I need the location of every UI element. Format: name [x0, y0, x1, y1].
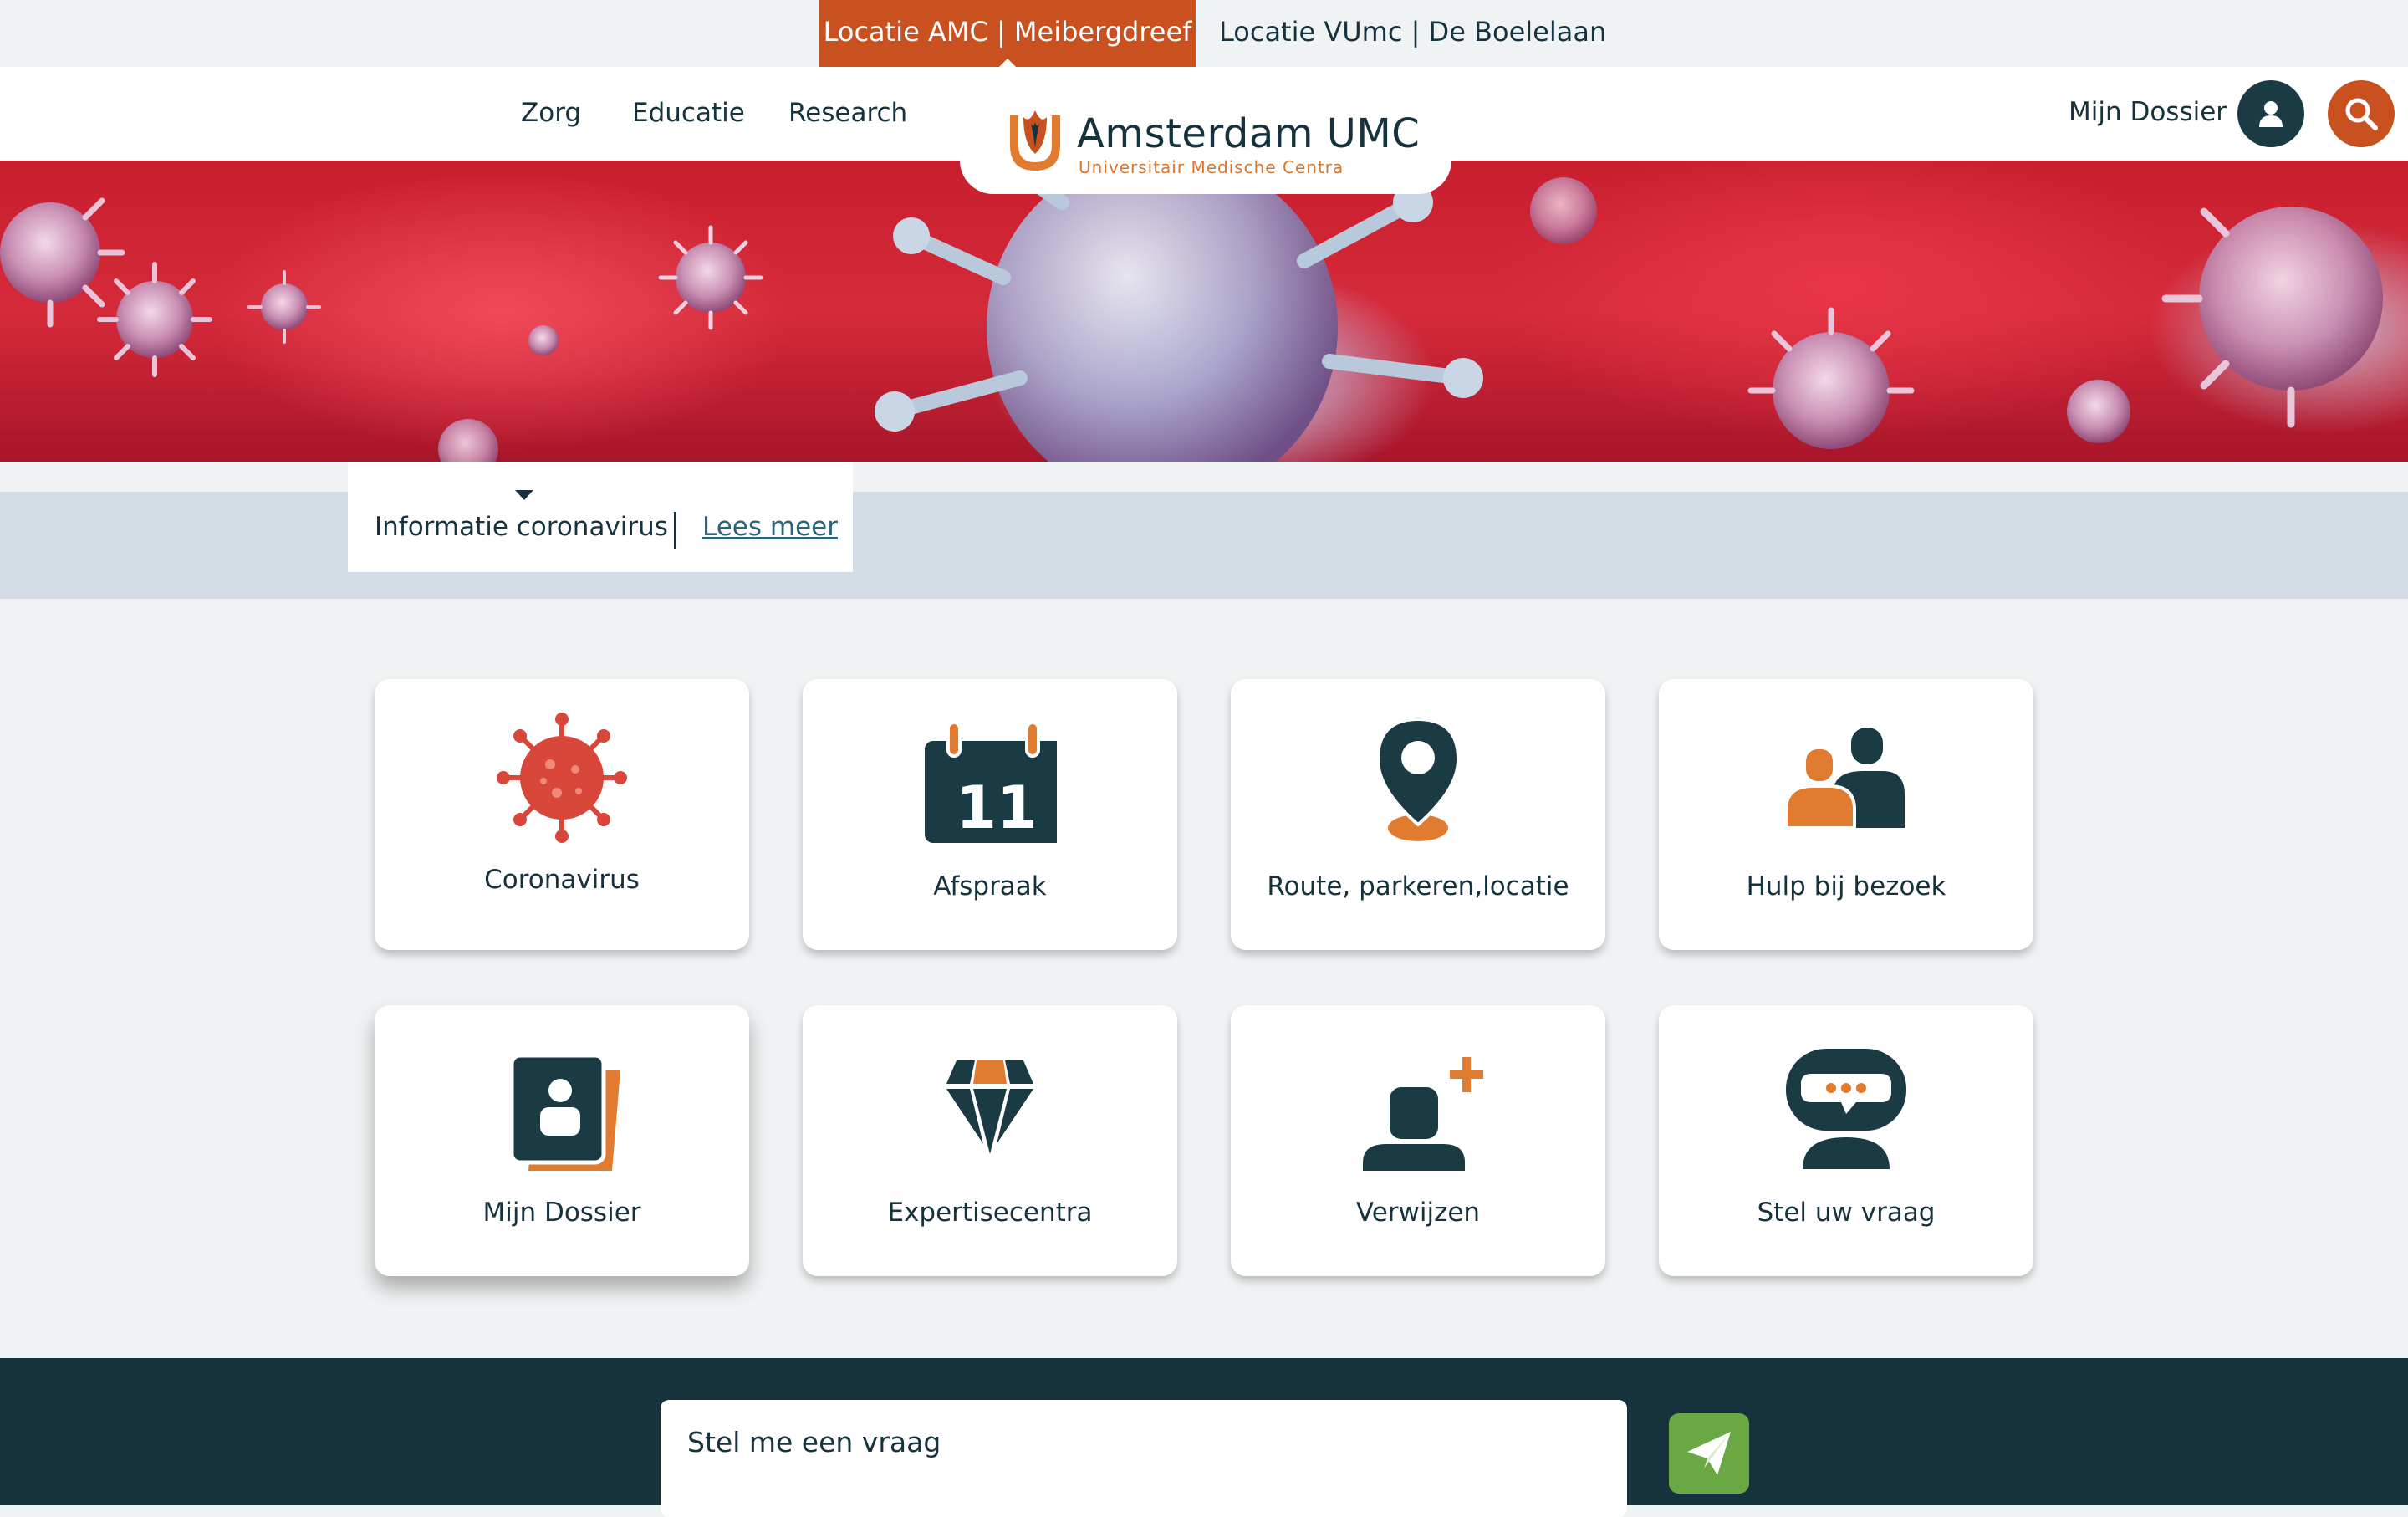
- tile-route[interactable]: Route, parkeren,locatie: [1231, 679, 1605, 950]
- tile-label: Route, parkeren,locatie: [1267, 871, 1569, 902]
- tile-label: Mijn Dossier: [482, 1198, 641, 1228]
- nav-item-educatie[interactable]: Educatie: [632, 67, 745, 161]
- tile-label: Hulp bij bezoek: [1746, 871, 1946, 902]
- tile-mijn-dossier[interactable]: Mijn Dossier: [375, 1005, 749, 1276]
- search-icon: [2345, 98, 2378, 130]
- calendar-icon: 11: [925, 721, 1057, 843]
- chat-footer: [0, 1358, 2408, 1517]
- mijn-dossier-link[interactable]: Mijn Dossier: [2069, 67, 2227, 161]
- divider: [674, 512, 676, 549]
- send-button[interactable]: [1669, 1413, 1749, 1494]
- search-button[interactable]: [2328, 80, 2395, 147]
- logo[interactable]: Amsterdam UMC Universitair Medische Cent…: [960, 67, 1451, 194]
- caret-down-icon: [515, 490, 533, 500]
- dossier-icon: [509, 1053, 620, 1171]
- tile-label: Expertisecentra: [887, 1198, 1093, 1228]
- location-tab-vumc[interactable]: Locatie VUmc | De Boelelaan: [1219, 0, 1606, 67]
- tile-expertisecentra[interactable]: Expertisecentra: [803, 1005, 1177, 1276]
- virus-icon: [497, 713, 627, 843]
- paper-plane-icon: [1687, 1432, 1731, 1475]
- tile-label: Verwijzen: [1355, 1198, 1481, 1228]
- tile-stel-uw-vraag[interactable]: Stel uw vraag: [1659, 1005, 2033, 1276]
- location-tab-amc[interactable]: Locatie AMC | Meibergdreef: [819, 0, 1196, 69]
- user-icon: [2259, 101, 2283, 127]
- account-button[interactable]: [2237, 80, 2304, 147]
- tile-label: Coronavirus: [484, 865, 640, 895]
- diamond-icon: [946, 1060, 1033, 1154]
- chat-input[interactable]: [661, 1400, 1627, 1517]
- chat-bot-icon: [1786, 1049, 1906, 1169]
- coronavirus-banner-illustration: [0, 161, 2383, 462]
- logo-subtitle: Universitair Medische Centra: [1079, 157, 1344, 177]
- calendar-day: 11: [956, 774, 1037, 842]
- tile-hulp-bij-bezoek[interactable]: Hulp bij bezoek: [1659, 679, 2033, 950]
- corona-info-text: Informatie coronavirus: [375, 512, 668, 542]
- location-pin-icon: [1375, 717, 1461, 841]
- hero-banner-image: [0, 161, 2408, 462]
- tile-afspraak[interactable]: 11 Afspraak: [803, 679, 1177, 950]
- tile-label: Afspraak: [933, 871, 1047, 902]
- tile-verwijzen[interactable]: Verwijzen: [1231, 1005, 1605, 1276]
- nav-item-research[interactable]: Research: [788, 67, 907, 161]
- tulip-logo-icon: [1010, 110, 1060, 171]
- location-bar: Locatie AMC | Meibergdreef Locatie VUmc …: [0, 0, 2408, 69]
- refer-person-icon: [1363, 1057, 1483, 1171]
- nav-item-zorg[interactable]: Zorg: [521, 67, 581, 161]
- tile-coronavirus[interactable]: Coronavirus: [375, 679, 749, 950]
- people-icon: [1784, 728, 1905, 830]
- read-more-link[interactable]: Lees meer: [702, 512, 838, 542]
- corona-info-box: Informatie coronavirus Lees meer: [348, 462, 853, 572]
- tile-label: Stel uw vraag: [1757, 1198, 1936, 1228]
- logo-title: Amsterdam UMC: [1077, 110, 1421, 157]
